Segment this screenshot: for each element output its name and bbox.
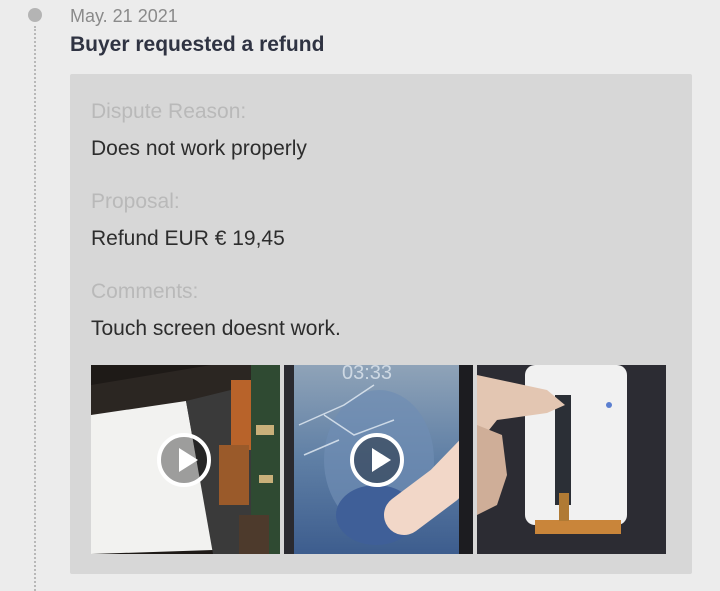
video-thumbnail-2[interactable]: 03:33	[284, 365, 473, 554]
attachment-gallery: 03:33	[91, 365, 666, 554]
dispute-reason-label: Dispute Reason:	[91, 100, 247, 123]
svg-text:03:33: 03:33	[342, 365, 392, 384]
video-thumbnail-1[interactable]	[91, 365, 280, 554]
image-thumbnail-3[interactable]	[477, 365, 666, 554]
comments-label: Comments:	[91, 280, 199, 303]
dispute-reason-value: Does not work properly	[91, 137, 307, 160]
dispute-details-card: Dispute Reason: Does not work properly P…	[70, 74, 692, 574]
event-title: Buyer requested a refund	[70, 33, 325, 56]
timeline-dot	[28, 8, 42, 22]
image-thumbnail-3-image	[477, 365, 666, 554]
comments-value: Touch screen doesnt work.	[91, 317, 341, 340]
proposal-label: Proposal:	[91, 190, 180, 213]
play-icon[interactable]	[157, 433, 211, 487]
play-icon[interactable]	[350, 433, 404, 487]
event-date: May. 21 2021	[70, 6, 178, 26]
timeline-line	[34, 26, 36, 591]
proposal-value: Refund EUR € 19,45	[91, 227, 285, 250]
